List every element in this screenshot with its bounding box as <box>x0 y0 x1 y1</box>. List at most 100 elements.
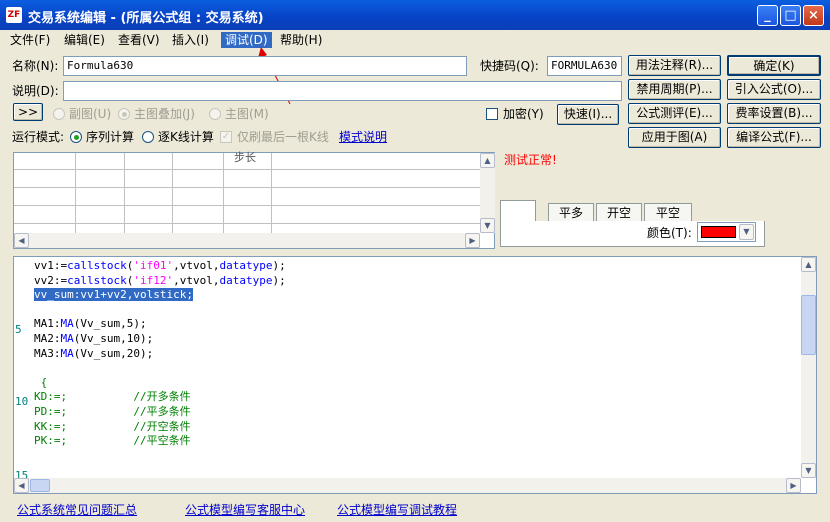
scroll-right-icon[interactable]: ▶ <box>465 233 480 248</box>
grid-hscrollbar[interactable]: ◀ ▶ <box>14 233 480 248</box>
footer-link-support[interactable]: 公式模型编写客服中心 <box>185 502 305 518</box>
encrypt-checkbox[interactable] <box>486 108 498 120</box>
line-number-10: 10 <box>15 395 29 408</box>
code-token: vv2:= <box>34 273 68 287</box>
tab-open-short[interactable]: 开空 <box>596 203 642 223</box>
code-line[interactable]: { <box>34 376 800 391</box>
last-bar-checkbox[interactable]: ✓ <box>220 131 232 143</box>
editor-vscrollbar[interactable]: ▲ ▼ <box>801 257 816 478</box>
code-line[interactable]: MA1:MA(Vv_sum,5); <box>34 317 800 332</box>
code-token: ); <box>272 259 286 272</box>
code-line[interactable]: PD:=; //平多条件 <box>34 405 800 420</box>
code-token: datatype <box>219 259 273 272</box>
code-token: MA <box>60 317 74 331</box>
code-line[interactable] <box>34 361 800 376</box>
grid-vscrollbar[interactable]: ▲ ▼ <box>480 153 495 233</box>
mode-help-link[interactable]: 模式说明 <box>339 129 387 145</box>
code-line[interactable]: MA3:MA(Vv_sum,20); <box>34 347 800 362</box>
apply-to-chart-button[interactable]: 应用于图(A) <box>628 127 721 148</box>
editor-hscrollbar[interactable]: ◀ ▶ <box>14 478 801 493</box>
code-line[interactable]: KK:=; //开空条件 <box>34 420 800 435</box>
menu-bar: 文件(F) 编辑(E) 查看(V) 插入(I) 调试(D) 帮助(H) <box>0 30 830 50</box>
code-line[interactable]: PK:=; //平空条件 <box>34 434 800 449</box>
code-editor[interactable]: 5 10 15 vv1:=callstock('if01',vtvol,data… <box>13 256 817 494</box>
menu-edit[interactable]: 编辑(E) <box>60 32 109 48</box>
fee-settings-button[interactable]: 费率设置(B)... <box>727 103 821 124</box>
scroll-down-icon[interactable]: ▼ <box>480 218 495 233</box>
code-token: MA3: <box>34 346 61 360</box>
chevron-down-icon[interactable]: ▼ <box>739 224 754 240</box>
code-line[interactable]: MA2:MA(Vv_sum,10); <box>34 332 800 347</box>
ok-button[interactable]: 确定(K) <box>727 55 821 76</box>
code-token: 'if12' <box>133 273 174 287</box>
code-token: datatype <box>219 273 273 287</box>
description-input[interactable] <box>63 81 622 101</box>
code-line[interactable]: KD:=; //开多条件 <box>34 390 800 405</box>
radio-sequential[interactable] <box>70 131 82 143</box>
import-formula-button[interactable]: 引入公式(O)... <box>727 79 821 100</box>
tab-open-long[interactable]: 开多 <box>500 200 536 222</box>
quick-button[interactable]: 快速(I)... <box>557 104 619 125</box>
disable-period-button[interactable]: 禁用周期(P)... <box>628 79 721 100</box>
description-label: 说明(D): <box>12 84 59 98</box>
radio-per-bar[interactable] <box>142 131 154 143</box>
code-token: { <box>34 375 48 389</box>
code-token: (Vv_sum,10); <box>73 331 154 345</box>
scroll-up-icon[interactable]: ▲ <box>801 257 816 272</box>
last-bar-label: 仅刷最后一根K线 <box>237 130 329 144</box>
params-grid[interactable]: 步长 ▲ ▼ ◀ ▶ <box>13 151 495 249</box>
maximize-button[interactable]: □ <box>780 5 801 26</box>
code-token: ,vtvol, <box>173 259 220 272</box>
code-line[interactable]: vv2:=callstock('if12',vtvol,datatype); <box>34 274 800 289</box>
radio-per-bar-label: 逐K线计算 <box>158 130 214 144</box>
code-line[interactable] <box>34 449 800 464</box>
hscroll-thumb[interactable] <box>30 479 50 492</box>
close-button[interactable]: × <box>803 5 824 26</box>
compile-formula-button[interactable]: 编译公式(F)... <box>727 127 821 148</box>
code-token: KD:=; //开多条件 <box>34 390 191 404</box>
radio-main-chart[interactable] <box>209 108 221 120</box>
menu-insert[interactable]: 插入(I) <box>168 32 213 48</box>
scroll-thumb[interactable] <box>801 295 816 355</box>
name-input[interactable]: Formula630 <box>63 56 467 76</box>
code-token: vv1:= <box>34 259 68 272</box>
code-token: KK:=; //开空条件 <box>34 419 191 433</box>
tab-close-long[interactable]: 平多 <box>548 203 594 223</box>
run-mode-label: 运行模式: <box>12 130 65 144</box>
line-number-5: 5 <box>15 323 22 336</box>
code-token: ,vtvol, <box>173 273 220 287</box>
color-select[interactable]: ▼ <box>697 222 756 242</box>
code-line[interactable]: vv_sum:vv1+vv2,volstick; <box>34 288 800 303</box>
scroll-right-icon[interactable]: ▶ <box>786 478 801 493</box>
scroll-down-icon[interactable]: ▼ <box>801 463 816 478</box>
code-line[interactable] <box>34 303 800 318</box>
code-token: callstock <box>67 259 127 272</box>
window-title: 交易系统编辑 - (所属公式组 : 交易系统) <box>28 11 264 26</box>
expand-button[interactable]: >> <box>13 103 43 121</box>
radio-subchart[interactable] <box>53 108 65 120</box>
code-token: ); <box>272 273 286 287</box>
code-token: MA2: <box>34 331 61 345</box>
radio-main-chart-label: 主图(M) <box>225 107 269 121</box>
tab-close-short[interactable]: 平空 <box>644 203 692 223</box>
radio-subchart-label: 副图(U) <box>69 107 112 121</box>
scroll-up-icon[interactable]: ▲ <box>480 153 495 168</box>
code-token: callstock <box>67 273 127 287</box>
app-icon: ZF <box>6 7 22 23</box>
usage-notes-button[interactable]: 用法注释(R)... <box>628 55 721 76</box>
color-label: 颜色(T): <box>647 226 692 240</box>
code-line[interactable]: vv1:=callstock('if01',vtvol,datatype); <box>34 259 800 274</box>
shortcut-input[interactable]: FORMULA630 <box>547 56 622 76</box>
code-token: PD:=; //平多条件 <box>34 404 191 418</box>
radio-main-overlay[interactable] <box>118 108 130 120</box>
footer-link-tutorial[interactable]: 公式模型编写调试教程 <box>337 502 457 518</box>
scroll-left-icon[interactable]: ◀ <box>14 233 29 248</box>
menu-view[interactable]: 查看(V) <box>114 32 164 48</box>
footer-link-faq[interactable]: 公式系统常见问题汇总 <box>17 502 137 518</box>
minimize-button[interactable]: _ <box>757 5 778 26</box>
code-line[interactable] <box>34 463 800 473</box>
code-text[interactable]: vv1:=callstock('if01',vtvol,datatype); vv… <box>34 259 800 473</box>
formula-test-button[interactable]: 公式测评(E)... <box>628 103 721 124</box>
menu-file[interactable]: 文件(F) <box>6 32 54 48</box>
scroll-left-icon[interactable]: ◀ <box>14 478 29 493</box>
